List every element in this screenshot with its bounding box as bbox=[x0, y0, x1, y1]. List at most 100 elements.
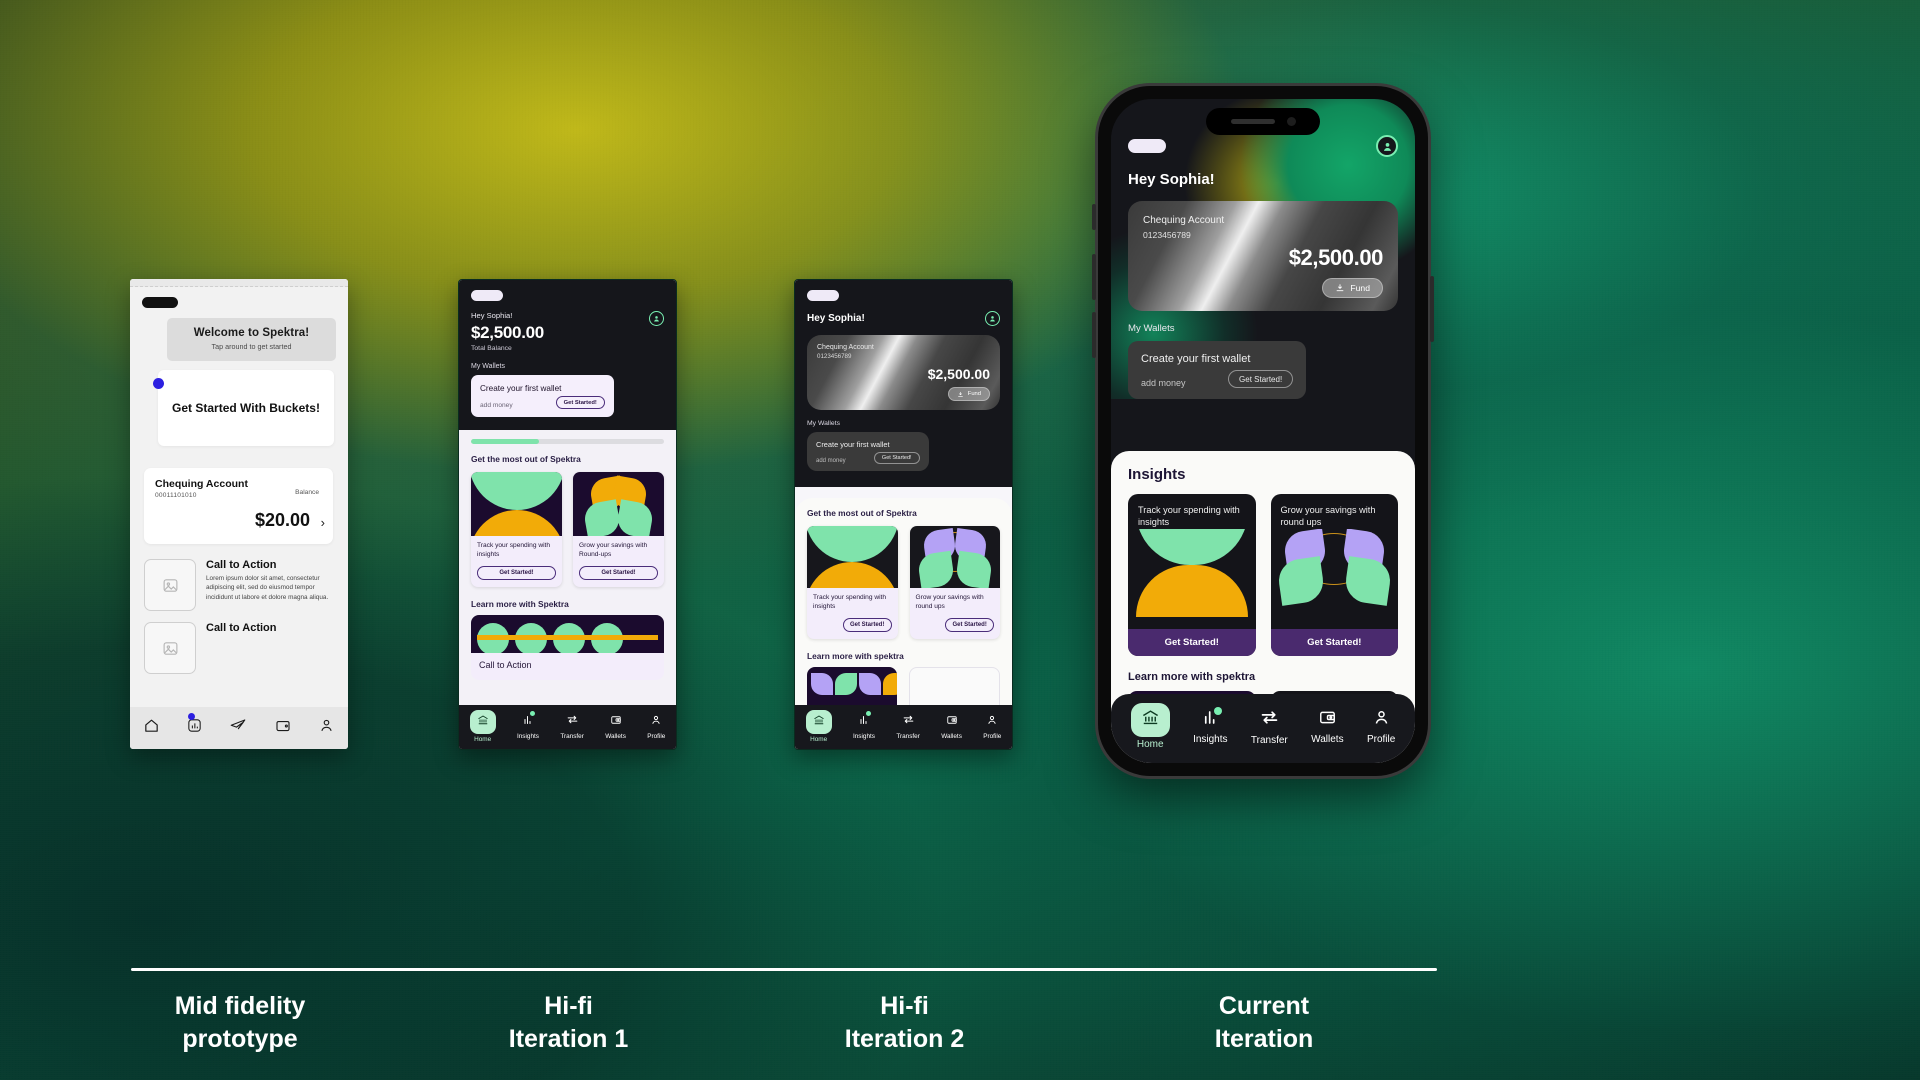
feature-get-started-button[interactable]: Get Started! bbox=[1128, 629, 1256, 656]
feature-card[interactable]: Track your spending with insights Get St… bbox=[1128, 494, 1256, 656]
wallet-title: Create your first wallet bbox=[816, 440, 890, 449]
wallet-card[interactable]: Create your first wallet add money Get S… bbox=[471, 375, 614, 417]
fund-button[interactable]: Fund bbox=[1322, 278, 1383, 298]
wallets-heading: My Wallets bbox=[807, 420, 840, 427]
learn-card[interactable]: Call to Action bbox=[471, 614, 664, 680]
feature-card[interactable]: Track your spending with insights Get St… bbox=[471, 472, 562, 587]
sidebar-item-transfer[interactable]: Transfer bbox=[560, 713, 584, 740]
account-name: Chequing Account bbox=[817, 344, 874, 351]
wallet-card[interactable]: Create your first wallet add money Get S… bbox=[807, 432, 929, 471]
wallet-title: Create your first wallet bbox=[1141, 353, 1251, 365]
sidebar-item-transfer[interactable] bbox=[229, 717, 247, 740]
avatar[interactable] bbox=[1376, 135, 1398, 157]
wallet-get-started-button[interactable]: Get Started! bbox=[873, 452, 920, 464]
section-title-get-most: Get the most out of Spektra bbox=[471, 454, 581, 464]
transfer-arrows-icon bbox=[902, 713, 915, 731]
section-title-learn-more: Learn more with spektra bbox=[807, 650, 904, 661]
welcome-tooltip: Welcome to Spektra! Tap around to get st… bbox=[167, 318, 336, 361]
buckets-card[interactable]: Get Started With Buckets! bbox=[158, 370, 334, 446]
feature-get-started-button[interactable]: Get Started! bbox=[1270, 629, 1398, 656]
chevron-right-icon[interactable]: › bbox=[321, 515, 325, 530]
design-iterations-board: Welcome to Spektra! Tap around to get st… bbox=[0, 0, 1920, 1080]
sidebar-item-insights[interactable]: Insights bbox=[853, 711, 875, 740]
sidebar-item-label: Insights bbox=[1193, 734, 1228, 745]
feature-card[interactable]: Track your spending with insights Get St… bbox=[807, 526, 898, 639]
wallet-get-started-button[interactable]: Get Started! bbox=[1228, 370, 1294, 388]
insights-title: Insights bbox=[1128, 466, 1186, 483]
sidebar-item-home[interactable]: Home bbox=[1130, 703, 1170, 750]
avatar[interactable] bbox=[985, 311, 1000, 326]
fund-button[interactable]: Fund bbox=[947, 387, 990, 401]
sidebar-item-transfer[interactable]: Transfer bbox=[896, 713, 920, 740]
feature-art-bowl-dome bbox=[807, 526, 898, 588]
bottom-navigation[interactable] bbox=[130, 707, 348, 749]
feature-card[interactable]: Grow your savings with Round-ups Get Sta… bbox=[573, 472, 664, 587]
caption-line-1: Mid fidelity bbox=[174, 992, 306, 1020]
sidebar-item-wallets[interactable]: Wallets bbox=[605, 713, 626, 740]
fund-button-label: Fund bbox=[967, 391, 981, 397]
learn-card-art bbox=[471, 614, 664, 653]
sidebar-item-transfer[interactable]: Transfer bbox=[1251, 707, 1288, 746]
feature-get-started-button[interactable]: Get Started! bbox=[477, 565, 556, 580]
wallet-card[interactable]: Create your first wallet add money Get S… bbox=[1128, 341, 1307, 399]
wallet-icon bbox=[946, 713, 958, 731]
sidebar-item-home[interactable] bbox=[143, 717, 160, 739]
account-card[interactable]: Chequing Account 0123456789 $2,500.00 Fu… bbox=[1128, 201, 1398, 311]
wallets-heading: My Wallets bbox=[1128, 323, 1175, 334]
account-name: Chequing Account bbox=[1143, 215, 1225, 226]
feature-title: Track your spending with insights bbox=[1138, 505, 1240, 528]
divider-rule bbox=[131, 968, 1437, 971]
person-icon bbox=[1372, 708, 1391, 732]
feature-art-bowl-dome bbox=[471, 472, 562, 536]
tooltip-anchor-dot bbox=[153, 378, 164, 389]
sidebar-item-wallets[interactable] bbox=[274, 717, 292, 740]
sidebar-item-insights[interactable]: Insights bbox=[517, 711, 539, 740]
learn-card-title: Call to Action bbox=[479, 659, 532, 670]
wallet-subtitle: add money bbox=[816, 458, 846, 464]
notification-dot bbox=[866, 711, 871, 716]
bottom-navigation[interactable]: Home Insights Transfer Wallets Profile bbox=[1111, 694, 1415, 763]
wallet-title: Create your first wallet bbox=[480, 384, 562, 393]
bottom-navigation[interactable]: Home Insights Transfer Wallets Profile bbox=[795, 705, 1012, 749]
account-card[interactable]: Chequing Account 0123456789 $2,500.00 Fu… bbox=[807, 335, 1000, 410]
sidebar-item-label: Transfer bbox=[896, 733, 920, 740]
caption-line-2: prototype bbox=[182, 1024, 298, 1053]
section-title-get-most: Get the most out of Spektra bbox=[807, 508, 917, 518]
feature-get-started-button[interactable]: Get Started! bbox=[945, 617, 994, 632]
caption-current-iteration: Current Iteration bbox=[1099, 990, 1429, 1055]
avatar[interactable] bbox=[649, 311, 664, 326]
sidebar-item-wallets[interactable]: Wallets bbox=[941, 713, 962, 740]
feature-get-started-button[interactable]: Get Started! bbox=[842, 617, 892, 632]
account-card[interactable]: Chequing Account 00011101010 Balance $20… bbox=[144, 468, 333, 544]
feature-card[interactable]: Grow your savings with round ups Get Sta… bbox=[909, 526, 1000, 639]
camera-icon bbox=[1286, 117, 1296, 126]
sidebar-item-profile[interactable]: Profile bbox=[647, 713, 665, 740]
sidebar-item-home[interactable]: Home bbox=[469, 710, 496, 743]
p2-dark-header: Hey Sophia! $2,500.00 Total Balance My W… bbox=[459, 280, 676, 430]
cta-block-1[interactable]: Call to Action Lorem ipsum dolor sit ame… bbox=[144, 559, 333, 611]
sidebar-item-profile[interactable]: Profile bbox=[1367, 708, 1395, 745]
feature-title: Grow your savings with round ups bbox=[1280, 505, 1376, 528]
sidebar-item-wallets[interactable]: Wallets bbox=[1311, 708, 1344, 745]
feature-art-leaf-purple bbox=[1270, 528, 1398, 629]
sidebar-item-profile[interactable]: Profile bbox=[983, 713, 1001, 740]
sidebar-item-label: Wallets bbox=[1311, 734, 1344, 745]
learn-card[interactable] bbox=[807, 666, 897, 707]
feature-art-leaf-purple bbox=[909, 526, 1000, 588]
sidebar-item-home[interactable]: Home bbox=[805, 710, 832, 743]
sidebar-item-insights[interactable] bbox=[186, 713, 203, 739]
total-balance-label: Total Balance bbox=[471, 345, 512, 352]
learn-card[interactable] bbox=[908, 666, 1000, 707]
fund-button-label: Fund bbox=[1350, 283, 1370, 293]
cta-block-2[interactable]: Call to Action bbox=[144, 622, 333, 674]
feature-card[interactable]: Grow your savings with round ups Get Sta… bbox=[1270, 494, 1398, 656]
section-title-learn-more: Learn more with spektra bbox=[1128, 671, 1256, 683]
notification-dot bbox=[530, 711, 535, 716]
bottom-navigation[interactable]: Home Insights Transfer Wallets Profile bbox=[459, 705, 676, 749]
sidebar-item-profile[interactable] bbox=[318, 717, 335, 739]
account-amount: $2,500.00 bbox=[1288, 245, 1384, 270]
feature-get-started-button[interactable]: Get Started! bbox=[579, 565, 658, 580]
sidebar-item-insights[interactable]: Insights bbox=[1193, 707, 1228, 745]
sidebar-item-label: Profile bbox=[1366, 734, 1396, 745]
wallet-get-started-button[interactable]: Get Started! bbox=[555, 396, 605, 409]
